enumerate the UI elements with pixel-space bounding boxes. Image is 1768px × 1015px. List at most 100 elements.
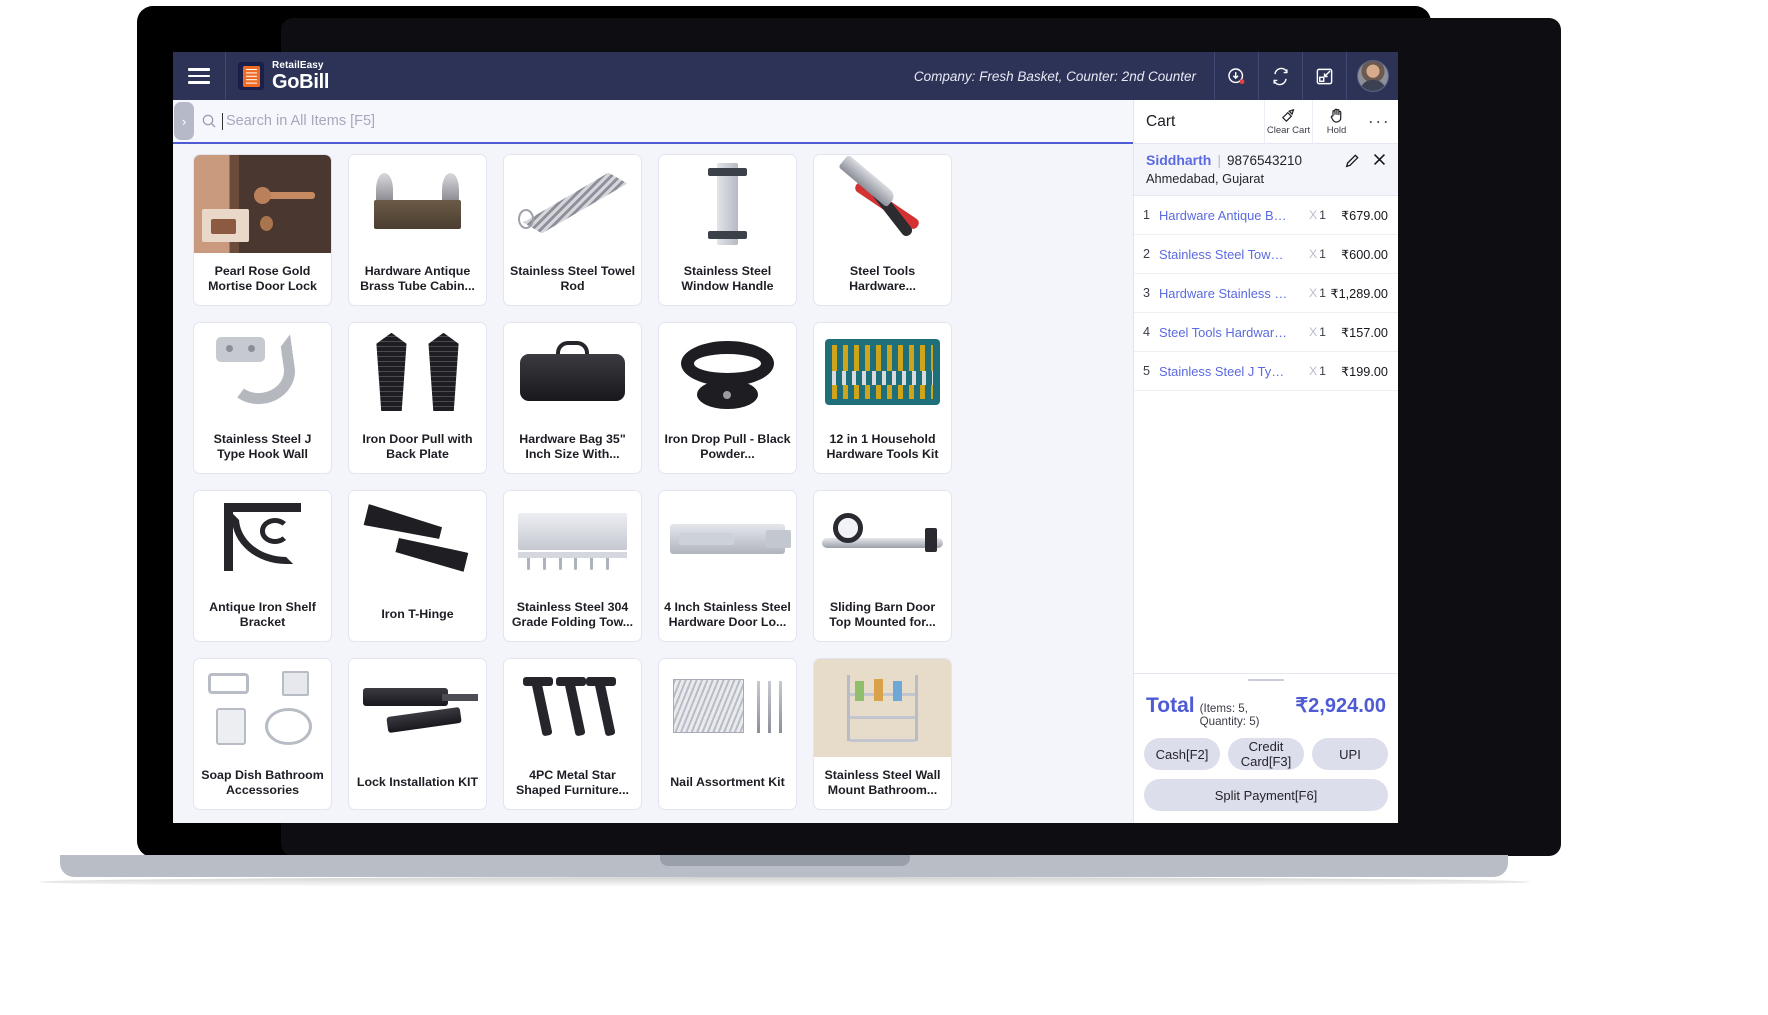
customer-info-row[interactable]: Siddharth | 9876543210 Ahmedabad, Gujara…: [1134, 144, 1398, 196]
pending-download-icon[interactable]: [1214, 52, 1258, 100]
product-image: [814, 323, 951, 421]
product-grid-pane[interactable]: Pearl Rose Gold Mortise Door Lock Hardwar…: [173, 144, 1133, 823]
brand-name-gobill: GoBill: [272, 72, 329, 92]
cart-item-index: 2: [1143, 247, 1159, 261]
product-tile[interactable]: 4PC Metal Star Shaped Furniture...: [503, 658, 642, 810]
product-tile[interactable]: Stainless Steel 304 Grade Folding Tow...: [503, 490, 642, 642]
credit-card-payment-button[interactable]: Credit Card[F3]: [1228, 738, 1304, 770]
product-tile[interactable]: Iron Drop Pull - Black Powder...: [658, 322, 797, 474]
total-items-quantity: (Items: 5, Quantity: 5): [1200, 702, 1296, 728]
search-input[interactable]: [226, 113, 1006, 129]
cart-item-name[interactable]: Steel Tools Hardware Combination Plie...: [1159, 325, 1294, 340]
product-tile[interactable]: 4 Inch Stainless Steel Hardware Door Lo.…: [658, 490, 797, 642]
product-image: [504, 659, 641, 757]
product-tile[interactable]: Stainless Steel Towel Rod: [503, 154, 642, 306]
search-text-caret: [222, 113, 223, 130]
product-image: [504, 491, 641, 589]
product-tile[interactable]: Stainless Steel J Type Hook Wall: [193, 322, 332, 474]
cart-total-row: Total (Items: 5, Quantity: 5) ₹2,924.00: [1144, 689, 1388, 738]
product-name: Soap Dish Bathroom Accessories: [194, 757, 331, 809]
cart-item-index: 4: [1143, 325, 1159, 339]
product-name: Stainless Steel Window Handle: [659, 253, 796, 305]
hold-label: Hold: [1327, 125, 1347, 136]
cart-item-quantity[interactable]: X1: [1294, 286, 1326, 300]
user-avatar[interactable]: [1346, 52, 1398, 100]
total-amount: ₹2,924.00: [1295, 693, 1386, 718]
more-options-icon[interactable]: ···: [1360, 100, 1398, 143]
hamburger-menu-icon[interactable]: [173, 52, 225, 100]
product-image: [349, 323, 486, 421]
product-tile[interactable]: Iron T-Hinge: [348, 490, 487, 642]
product-name: Stainless Steel Wall Mount Bathroom...: [814, 757, 951, 809]
cash-payment-button[interactable]: Cash[F2]: [1144, 738, 1220, 770]
product-tile[interactable]: Steel Tools Hardware...: [813, 154, 952, 306]
search-bar: [173, 100, 1133, 144]
product-image: [349, 491, 486, 589]
cart-item-amount: ₹199.00: [1326, 364, 1388, 379]
edit-pencil-icon[interactable]: [1344, 153, 1360, 174]
search-icon: [201, 113, 217, 129]
cart-items-list[interactable]: 1Hardware Antique Brass Tube Cabinet...X…: [1134, 196, 1398, 673]
product-name: Stainless Steel J Type Hook Wall: [194, 421, 331, 473]
cart-item-amount: ₹679.00: [1326, 208, 1388, 223]
customer-name[interactable]: Siddharth: [1146, 152, 1211, 168]
product-tile[interactable]: Sliding Barn Door Top Mounted for...: [813, 490, 952, 642]
product-image: [659, 155, 796, 253]
cart-item-name[interactable]: Hardware Antique Brass Tube Cabinet...: [1159, 208, 1294, 223]
cart-item-row[interactable]: 4Steel Tools Hardware Combination Plie..…: [1134, 313, 1398, 352]
product-name: Hardware Bag 35" Inch Size With...: [504, 421, 641, 473]
clear-cart-button[interactable]: Clear Cart: [1264, 100, 1312, 143]
product-tile[interactable]: Stainless Steel Window Handle: [658, 154, 797, 306]
customer-phone: 9876543210: [1227, 153, 1302, 168]
sync-icon[interactable]: [1258, 52, 1302, 100]
split-payment-button[interactable]: Split Payment[F6]: [1144, 779, 1388, 811]
product-image: [194, 659, 331, 757]
cart-item-row[interactable]: 3Hardware Stainless Steel Window...X1₹1,…: [1134, 274, 1398, 313]
product-tile[interactable]: Hardware Antique Brass Tube Cabin...: [348, 154, 487, 306]
product-tile[interactable]: Soap Dish Bathroom Accessories: [193, 658, 332, 810]
cart-item-name[interactable]: Hardware Stainless Steel Window...: [1159, 286, 1294, 301]
close-icon[interactable]: [1371, 151, 1388, 171]
product-name: Iron Drop Pull - Black Powder...: [659, 421, 796, 473]
cart-item-row[interactable]: 1Hardware Antique Brass Tube Cabinet...X…: [1134, 196, 1398, 235]
company-counter-info: Company: Fresh Basket, Counter: 2nd Coun…: [914, 69, 1214, 84]
product-name: Pearl Rose Gold Mortise Door Lock: [194, 253, 331, 305]
cart-item-name[interactable]: Stainless Steel Towel Rod: [1159, 247, 1294, 262]
sidebar-expand-toggle[interactable]: ›: [174, 102, 194, 140]
product-tile[interactable]: Stainless Steel Wall Mount Bathroom...: [813, 658, 952, 810]
product-tile[interactable]: Pearl Rose Gold Mortise Door Lock: [193, 154, 332, 306]
cart-item-quantity[interactable]: X1: [1294, 247, 1326, 261]
product-image: [814, 155, 951, 253]
product-name: Nail Assortment Kit: [659, 757, 796, 809]
product-tile[interactable]: 12 in 1 Household Hardware Tools Kit: [813, 322, 952, 474]
product-name: Lock Installation KIT: [349, 757, 486, 809]
cart-item-quantity[interactable]: X1: [1294, 364, 1326, 378]
cart-item-quantity[interactable]: X1: [1294, 325, 1326, 339]
cart-item-row[interactable]: 2Stainless Steel Towel RodX1₹600.00: [1134, 235, 1398, 274]
cart-item-index: 3: [1143, 286, 1159, 300]
product-image: [659, 323, 796, 421]
cart-item-quantity[interactable]: X1: [1294, 208, 1326, 222]
gobill-logo-icon: [238, 62, 264, 90]
product-tile[interactable]: Hardware Bag 35" Inch Size With...: [503, 322, 642, 474]
product-name: Iron Door Pull with Back Plate: [349, 421, 486, 473]
product-tile[interactable]: Iron Door Pull with Back Plate: [348, 322, 487, 474]
product-image: [349, 155, 486, 253]
laptop-mockup: RetailEasy GoBill Company: Fresh Basket,…: [0, 0, 1768, 1015]
upi-payment-button[interactable]: UPI: [1312, 738, 1388, 770]
product-image: [814, 491, 951, 589]
product-image: [659, 659, 796, 757]
product-tile[interactable]: Lock Installation KIT: [348, 658, 487, 810]
cart-panel-resize-handle[interactable]: [1134, 673, 1398, 685]
cart-item-row[interactable]: 5Stainless Steel J Type Hook WallX1₹199.…: [1134, 352, 1398, 391]
product-tile[interactable]: Antique Iron Shelf Bracket: [193, 490, 332, 642]
hold-button[interactable]: Hold: [1312, 100, 1360, 143]
cart-panel: Cart Clear Cart Hold ···: [1133, 100, 1398, 823]
product-image: [659, 491, 796, 589]
cart-title: Cart: [1134, 100, 1264, 143]
exit-fullscreen-icon[interactable]: [1302, 52, 1346, 100]
cart-item-name[interactable]: Stainless Steel J Type Hook Wall: [1159, 364, 1294, 379]
cart-item-index: 5: [1143, 364, 1159, 378]
product-tile[interactable]: Nail Assortment Kit: [658, 658, 797, 810]
product-image: [504, 155, 641, 253]
